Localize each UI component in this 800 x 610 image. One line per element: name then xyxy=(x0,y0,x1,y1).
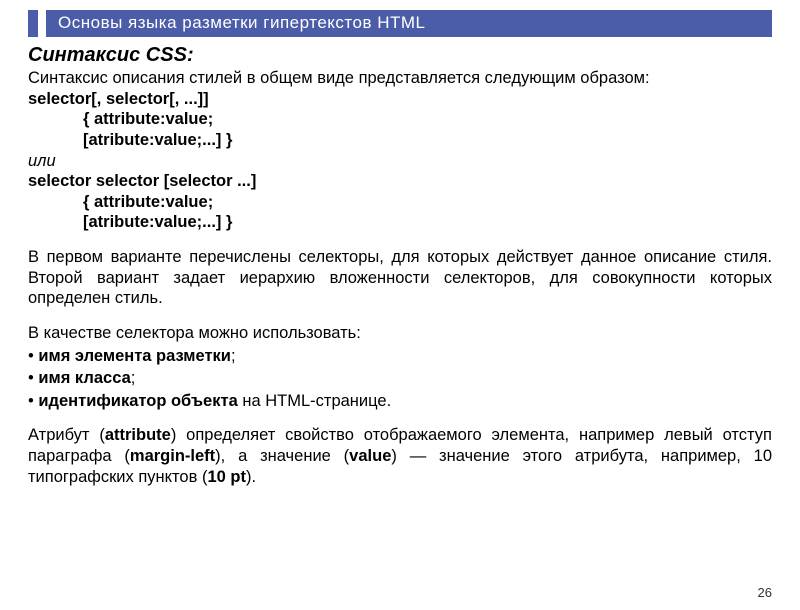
syntax2-line2: { attribute:value; xyxy=(28,192,772,213)
heading-colon: : xyxy=(187,44,194,66)
selector-list: В качестве селектора можно использовать:… xyxy=(28,323,772,412)
paragraph-1: В первом варианте перечислены селекторы,… xyxy=(28,247,772,309)
syntax1-line1: selector[, selector[, ...]] xyxy=(28,89,772,110)
section-heading: Синтаксис CSS: xyxy=(28,43,772,68)
slide-title-bar: Основы языка разметки гипертекстов HTML xyxy=(46,10,772,37)
syntax1-line3: [atribute:value;...] } xyxy=(28,130,772,151)
syntax-block-2: selector selector [selector ...] { attri… xyxy=(28,171,772,233)
list-intro: В качестве селектора можно использовать: xyxy=(28,323,772,344)
paragraph-2: Атрибут (attribute) определяет свойство … xyxy=(28,425,772,487)
list-item-3: • идентификатор объекта на HTML-странице… xyxy=(28,391,772,412)
heading-text: Синтаксис CSS xyxy=(28,44,187,66)
intro-paragraph: Синтаксис описания стилей в общем виде п… xyxy=(28,68,772,89)
slide-title: Основы языка разметки гипертекстов HTML xyxy=(58,13,425,32)
syntax-block-1: selector[, selector[, ...]] { attribute:… xyxy=(28,89,772,151)
list-item-1: • имя элемента разметки; xyxy=(28,346,772,367)
syntax2-line1: selector selector [selector ...] xyxy=(28,171,772,192)
syntax2-line3: [atribute:value;...] } xyxy=(28,212,772,233)
syntax1-line2: { attribute:value; xyxy=(28,109,772,130)
page-number: 26 xyxy=(758,585,772,600)
slide-content: Синтаксис CSS: Синтаксис описания стилей… xyxy=(28,43,772,487)
or-separator: или xyxy=(28,151,772,172)
list-item-2: • имя класса; xyxy=(28,368,772,389)
